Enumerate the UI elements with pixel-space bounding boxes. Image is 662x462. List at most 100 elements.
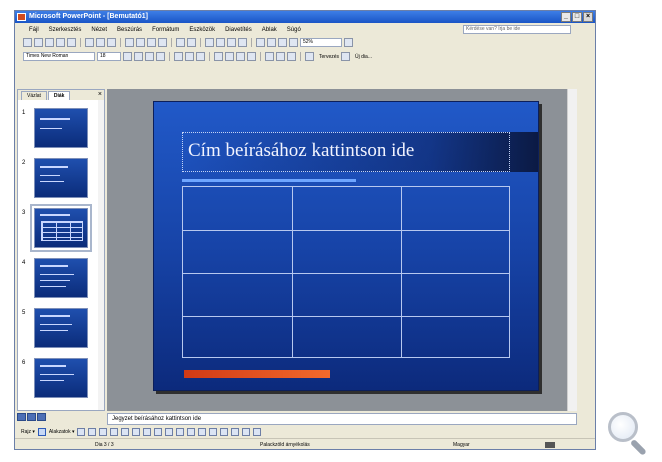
slide-thumbnail-row-selected[interactable]: 3 bbox=[18, 204, 104, 252]
menu-view[interactable]: Nézet bbox=[91, 27, 107, 33]
new-slide-button[interactable]: Új dia... bbox=[355, 54, 372, 60]
panel-close-button[interactable]: × bbox=[98, 91, 102, 98]
redo-icon[interactable] bbox=[187, 38, 196, 47]
shadow-icon[interactable] bbox=[156, 52, 165, 61]
decrease-indent-icon[interactable] bbox=[265, 52, 274, 61]
cut-icon[interactable] bbox=[125, 38, 134, 47]
help-icon[interactable] bbox=[344, 38, 353, 47]
save-icon[interactable] bbox=[45, 38, 54, 47]
close-button[interactable]: × bbox=[583, 12, 593, 22]
slideshow-view-icon[interactable] bbox=[37, 413, 46, 421]
undo-icon[interactable] bbox=[176, 38, 185, 47]
tab-outline[interactable]: Vázlat bbox=[21, 91, 47, 100]
rectangle-icon[interactable] bbox=[99, 427, 108, 436]
slide-thumbnail[interactable] bbox=[34, 108, 88, 148]
tab-slides[interactable]: Diák bbox=[47, 91, 71, 100]
normal-view-icon[interactable] bbox=[17, 413, 26, 421]
align-left-icon[interactable] bbox=[174, 52, 183, 61]
wordart-icon[interactable] bbox=[132, 427, 141, 436]
line-style-icon[interactable] bbox=[209, 427, 218, 436]
line-color-icon[interactable] bbox=[187, 427, 196, 436]
textbox-icon[interactable] bbox=[121, 427, 130, 436]
tables-borders-icon[interactable] bbox=[227, 38, 236, 47]
format-painter-icon[interactable] bbox=[158, 38, 167, 47]
slide-thumbnail-row[interactable]: 5 bbox=[18, 308, 104, 352]
copy-icon[interactable] bbox=[136, 38, 145, 47]
menu-help[interactable]: Súgó bbox=[287, 27, 301, 33]
font-color-icon[interactable] bbox=[287, 52, 296, 61]
slide-thumbnail-row[interactable]: 4 bbox=[18, 258, 104, 302]
slide-thumbnail-row[interactable]: 1 bbox=[18, 108, 104, 152]
font-color-icon[interactable] bbox=[198, 427, 207, 436]
notes-pane[interactable]: Jegyzet beírásához kattintson ide bbox=[107, 413, 577, 425]
align-right-icon[interactable] bbox=[196, 52, 205, 61]
design-button[interactable]: Tervezés bbox=[319, 54, 339, 60]
menu-tools[interactable]: Eszközök bbox=[189, 27, 215, 33]
show-grid-icon[interactable] bbox=[278, 38, 287, 47]
align-center-icon[interactable] bbox=[185, 52, 194, 61]
select-objects-icon[interactable] bbox=[37, 427, 46, 436]
slide-thumbnail-selected[interactable] bbox=[30, 204, 92, 252]
autoshapes-button[interactable]: Alakzatok ▾ bbox=[49, 429, 75, 435]
arrow-icon[interactable] bbox=[88, 427, 97, 436]
magnifier-icon[interactable] bbox=[604, 410, 654, 456]
current-slide[interactable]: Cím beírásához kattintson ide bbox=[153, 101, 539, 391]
design-icon[interactable] bbox=[305, 52, 314, 61]
slides-panel-scrollbar[interactable] bbox=[98, 100, 104, 410]
bold-icon[interactable] bbox=[123, 52, 132, 61]
insert-table-icon[interactable] bbox=[216, 38, 225, 47]
email-icon[interactable] bbox=[67, 38, 76, 47]
zoom-select[interactable]: 52% bbox=[300, 38, 342, 47]
italic-icon[interactable] bbox=[134, 52, 143, 61]
increase-font-icon[interactable] bbox=[236, 52, 245, 61]
menu-file[interactable]: Fájl bbox=[29, 27, 39, 33]
menu-format[interactable]: Formátum bbox=[152, 27, 179, 33]
menu-edit[interactable]: Szerkesztés bbox=[49, 27, 82, 33]
increase-indent-icon[interactable] bbox=[276, 52, 285, 61]
menu-slideshow[interactable]: Diavetítés bbox=[225, 27, 252, 33]
diagram-icon[interactable] bbox=[143, 427, 152, 436]
bullets-icon[interactable] bbox=[225, 52, 234, 61]
print-preview-icon[interactable] bbox=[96, 38, 105, 47]
font-size-select[interactable]: 18 bbox=[97, 52, 121, 61]
slide-thumbnail[interactable] bbox=[34, 258, 88, 298]
color-grayscale-icon[interactable] bbox=[289, 38, 298, 47]
print-icon[interactable] bbox=[85, 38, 94, 47]
permission-icon[interactable] bbox=[56, 38, 65, 47]
shadow-style-icon[interactable] bbox=[242, 427, 251, 436]
line-icon[interactable] bbox=[77, 427, 86, 436]
slide-thumbnail-row[interactable]: 6 bbox=[18, 358, 104, 402]
menu-insert[interactable]: Beszúrás bbox=[117, 27, 142, 33]
slide-thumbnail-row[interactable]: 2 bbox=[18, 158, 104, 202]
new-slide-icon[interactable] bbox=[341, 52, 351, 61]
slide-thumbnail[interactable] bbox=[34, 358, 88, 398]
insert-hyperlink-icon[interactable] bbox=[238, 38, 247, 47]
show-formatting-icon[interactable] bbox=[267, 38, 276, 47]
paste-icon[interactable] bbox=[147, 38, 156, 47]
3d-style-icon[interactable] bbox=[253, 427, 262, 436]
fill-color-icon[interactable] bbox=[176, 427, 185, 436]
insert-chart-icon[interactable] bbox=[205, 38, 214, 47]
slide-title-text[interactable]: Cím beírásához kattintson ide bbox=[188, 140, 414, 162]
underline-icon[interactable] bbox=[145, 52, 154, 61]
slide-thumbnail[interactable] bbox=[34, 158, 88, 198]
numbering-icon[interactable] bbox=[214, 52, 223, 61]
minimize-button[interactable]: _ bbox=[561, 12, 571, 22]
menu-window[interactable]: Ablak bbox=[262, 27, 277, 33]
slide-thumbnail[interactable] bbox=[34, 308, 88, 348]
picture-icon[interactable] bbox=[165, 427, 174, 436]
decrease-font-icon[interactable] bbox=[247, 52, 256, 61]
editor-scrollbar[interactable] bbox=[567, 89, 577, 411]
slide-sorter-view-icon[interactable] bbox=[27, 413, 36, 421]
spelling-icon[interactable] bbox=[107, 38, 116, 47]
dash-style-icon[interactable] bbox=[220, 427, 229, 436]
help-search-input[interactable]: Kérdése van? Írja be ide bbox=[463, 25, 571, 34]
draw-menu-button[interactable]: Rajz ▾ bbox=[21, 429, 35, 435]
new-icon[interactable] bbox=[23, 38, 32, 47]
font-name-select[interactable]: Times New Roman bbox=[23, 52, 95, 61]
expand-all-icon[interactable] bbox=[256, 38, 265, 47]
table-placeholder[interactable] bbox=[182, 186, 510, 358]
maximize-button[interactable]: □ bbox=[572, 12, 582, 22]
oval-icon[interactable] bbox=[110, 427, 119, 436]
clipart-icon[interactable] bbox=[154, 427, 163, 436]
